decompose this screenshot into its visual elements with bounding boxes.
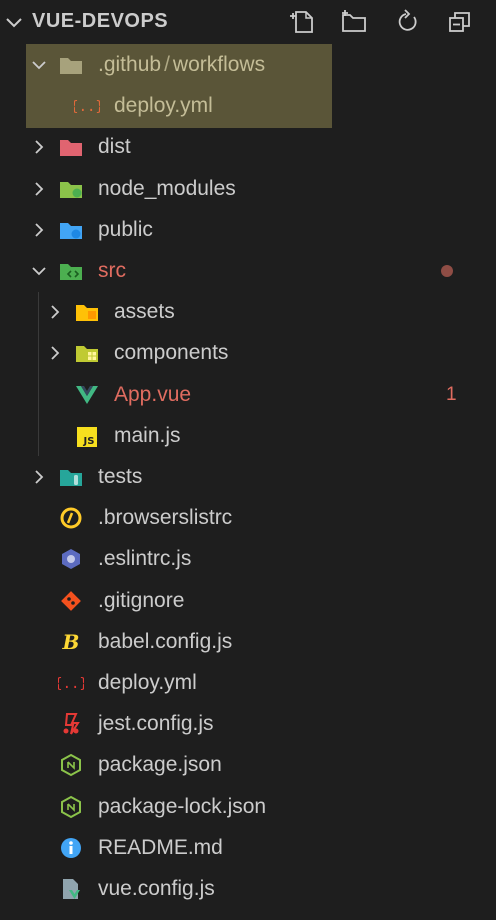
modified-dot-icon (441, 265, 453, 277)
folder-row[interactable]: src (0, 250, 496, 291)
tree-item-label: babel.config.js (98, 629, 233, 653)
tree-item-label: components (114, 341, 229, 365)
file-row[interactable]: Bbabel.config.js (0, 621, 496, 662)
chevron-down-icon[interactable] (30, 262, 48, 280)
collapse-all-icon[interactable] (446, 9, 474, 35)
path-separator: / (164, 53, 170, 76)
file-row[interactable]: package-lock.json (0, 786, 496, 827)
tree-item-label: tests (98, 465, 143, 488)
tree-item-label: package.json (98, 753, 222, 777)
tree-item-label: .gitignore (98, 588, 185, 612)
dist-folder-icon (58, 134, 84, 160)
svg-text:{..}: {..} (74, 99, 100, 115)
components-folder-icon (74, 340, 100, 366)
file-row[interactable]: JS main.js (0, 415, 496, 456)
folder-row[interactable]: .github / workflows (0, 44, 496, 85)
vue-icon (74, 382, 100, 408)
vue-config-icon (58, 876, 84, 902)
explorer-title[interactable]: VUE-DEVOPS (32, 10, 168, 33)
yaml-icon: {..} (74, 93, 100, 119)
tree-item-label: .eslintrc.js (98, 547, 192, 571)
folder-row[interactable]: tests (0, 456, 496, 497)
chevron-right-icon[interactable] (30, 221, 48, 239)
explorer-header: VUE-DEVOPS (0, 0, 496, 44)
chevron-right-icon[interactable] (30, 468, 48, 486)
file-row[interactable]: vue.config.js (0, 868, 496, 909)
file-row[interactable]: README.md (0, 827, 496, 868)
public-folder-icon (58, 217, 84, 243)
problem-count-badge: 1 (446, 383, 457, 405)
yaml-icon: {..} (58, 670, 84, 696)
tree-item-label: .github / workflows (98, 52, 265, 78)
chevron-right-icon[interactable] (30, 138, 48, 156)
file-row[interactable]: .eslintrc.js (0, 538, 496, 579)
tree-item-label-part: .github (98, 53, 162, 76)
folder-row[interactable]: assets (0, 291, 496, 332)
browserslist-icon (58, 505, 84, 531)
chevron-down-icon[interactable] (30, 56, 48, 74)
refresh-icon[interactable] (394, 9, 422, 35)
folder-row[interactable]: node_modules (0, 168, 496, 209)
eslint-icon (58, 546, 84, 572)
tree-item-label: deploy.yml (98, 671, 197, 694)
file-row[interactable]: {..} deploy.yml (0, 662, 496, 703)
info-icon (58, 835, 84, 861)
tree-item-label: dist (98, 135, 131, 159)
tree-item-label: App.vue (114, 382, 192, 406)
svg-text:{..}: {..} (58, 676, 84, 692)
tests-folder-icon (58, 464, 84, 490)
assets-folder-icon (74, 299, 100, 325)
chevron-down-icon[interactable] (4, 12, 24, 32)
folder-row[interactable]: dist (0, 126, 496, 167)
new-file-icon[interactable] (290, 9, 318, 35)
tree-item-label: package-lock.json (98, 794, 267, 818)
file-row[interactable]: .browserslistrc (0, 497, 496, 538)
new-folder-icon[interactable] (340, 9, 368, 35)
file-row[interactable]: package.json (0, 744, 496, 785)
git-icon (58, 588, 84, 614)
chevron-right-icon[interactable] (30, 180, 48, 198)
chevron-right-icon[interactable] (46, 344, 64, 362)
tree-item-label: deploy.yml (114, 94, 213, 118)
tree-item-label: assets (114, 300, 175, 324)
nodejs-icon (58, 794, 84, 820)
tree-item-label: vue.config.js (98, 877, 215, 900)
tree-item-label: .browserslistrc (98, 506, 233, 530)
file-row[interactable]: App.vue 1 (0, 374, 496, 415)
tree-item-label: README.md (98, 835, 223, 859)
file-row[interactable]: jest.config.js (0, 703, 496, 744)
tree-item-label: public (98, 217, 153, 241)
chevron-right-icon[interactable] (46, 303, 64, 321)
folder-row[interactable]: components (0, 332, 496, 373)
folder-icon (58, 52, 84, 78)
babel-icon: B (58, 629, 84, 655)
file-row[interactable]: .gitignore (0, 580, 496, 621)
tree-item-label-part: workflows (172, 53, 266, 76)
js-icon: JS (74, 423, 100, 449)
file-row[interactable]: {..} deploy.yml (0, 85, 496, 126)
node-folder-icon (58, 176, 84, 202)
tree-item-label: node_modules (98, 176, 236, 200)
svg-text:JS: JS (83, 436, 95, 447)
folder-row[interactable]: public (0, 209, 496, 250)
tree-item-label: jest.config.js (98, 712, 214, 736)
tree-item-label: src (98, 259, 126, 282)
svg-text:B: B (62, 630, 80, 654)
jest-icon (58, 711, 84, 737)
nodejs-icon (58, 752, 84, 778)
src-folder-icon (58, 258, 84, 284)
tree-item-label: main.js (114, 423, 181, 447)
